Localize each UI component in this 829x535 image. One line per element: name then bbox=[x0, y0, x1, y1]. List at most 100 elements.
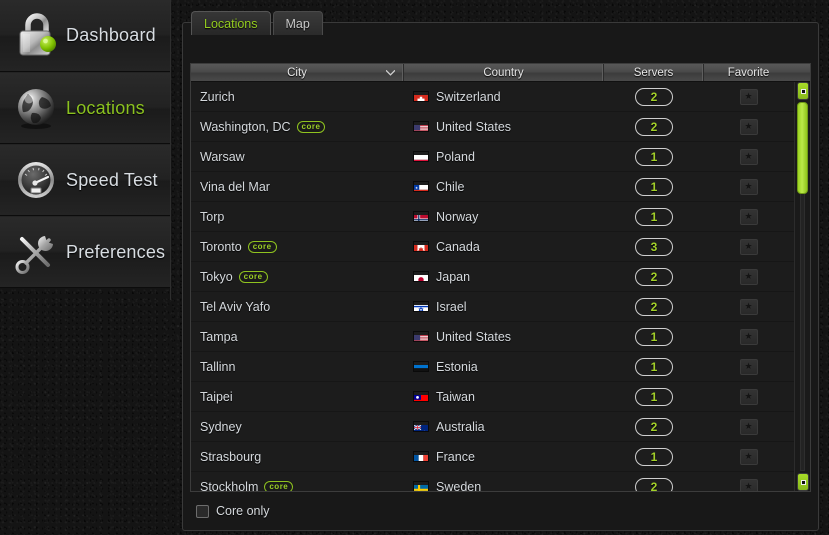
cell-servers: 2 bbox=[604, 412, 704, 441]
table-row[interactable]: Tampa United States 1 ★ bbox=[191, 322, 794, 352]
table-row[interactable]: Torp Norway 1 ★ bbox=[191, 202, 794, 232]
cell-country: ★ Chile bbox=[404, 172, 604, 201]
server-count-badge: 2 bbox=[635, 477, 673, 491]
column-header-label: Country bbox=[483, 66, 524, 79]
cell-country: Taiwan bbox=[404, 382, 604, 411]
table-row[interactable]: Washington, DC core United States 2 ★ bbox=[191, 112, 794, 142]
country-name: France bbox=[436, 449, 475, 464]
country-name: Estonia bbox=[436, 359, 478, 374]
cell-city: Tampa bbox=[191, 322, 404, 351]
cell-city: Warsaw bbox=[191, 142, 404, 171]
sidebar-item-label: Speed Test bbox=[66, 169, 158, 190]
city-name: Tokyo bbox=[200, 269, 233, 284]
cell-servers: 1 bbox=[604, 142, 704, 171]
cell-country: France bbox=[404, 442, 604, 471]
cell-servers: 1 bbox=[604, 202, 704, 231]
cell-servers: 1 bbox=[604, 442, 704, 471]
main-pane: Locations Map City Country Servers Favor… bbox=[172, 0, 829, 535]
column-header-servers[interactable]: Servers bbox=[604, 64, 704, 81]
column-header-favorite[interactable]: Favorite bbox=[704, 64, 793, 81]
star-icon[interactable]: ★ bbox=[739, 148, 758, 165]
table-row[interactable]: Vina del Mar ★ Chile 1 ★ bbox=[191, 172, 794, 202]
table-row[interactable]: Toronto core Canada 3 ★ bbox=[191, 232, 794, 262]
country-name: Poland bbox=[436, 149, 475, 164]
flag-us-icon bbox=[413, 121, 429, 132]
table-row[interactable]: Warsaw Poland 1 ★ bbox=[191, 142, 794, 172]
server-count-badge: 2 bbox=[635, 297, 673, 316]
cell-favorite: ★ bbox=[704, 202, 793, 231]
table-row[interactable]: Sydney ★ Australia 2 ★ bbox=[191, 412, 794, 442]
cell-country: Sweden bbox=[404, 472, 604, 491]
tab-locations[interactable]: Locations bbox=[191, 11, 271, 35]
server-count-badge: 1 bbox=[635, 207, 673, 226]
cell-servers: 2 bbox=[604, 112, 704, 141]
cell-favorite: ★ bbox=[704, 382, 793, 411]
cell-favorite: ★ bbox=[704, 322, 793, 351]
table-scrollbar[interactable] bbox=[794, 82, 810, 491]
cell-country: Estonia bbox=[404, 352, 604, 381]
cell-city: Strasbourg bbox=[191, 442, 404, 471]
scroll-up-arrow-icon[interactable] bbox=[797, 82, 809, 100]
star-icon[interactable]: ★ bbox=[739, 418, 758, 435]
star-icon[interactable]: ★ bbox=[739, 208, 758, 225]
country-name: Taiwan bbox=[436, 389, 475, 404]
star-icon[interactable]: ★ bbox=[739, 118, 758, 135]
cell-favorite: ★ bbox=[704, 472, 793, 491]
star-icon[interactable]: ★ bbox=[739, 178, 758, 195]
scrollbar-thumb[interactable] bbox=[797, 102, 808, 194]
cell-servers: 1 bbox=[604, 352, 704, 381]
city-name: Torp bbox=[200, 209, 225, 224]
city-name: Washington, DC bbox=[200, 119, 291, 134]
star-icon[interactable]: ★ bbox=[739, 268, 758, 285]
sidebar-item-locations[interactable]: Locations bbox=[0, 72, 170, 144]
star-icon[interactable]: ★ bbox=[739, 478, 758, 491]
cell-servers: 2 bbox=[604, 262, 704, 291]
star-icon[interactable]: ★ bbox=[739, 88, 758, 105]
cell-city: Tokyo core bbox=[191, 262, 404, 291]
cell-favorite: ★ bbox=[704, 82, 793, 111]
speedometer-icon bbox=[8, 152, 64, 208]
flag-ca-icon bbox=[413, 241, 429, 252]
cell-favorite: ★ bbox=[704, 442, 793, 471]
cell-city: Stockholm core bbox=[191, 472, 404, 491]
table-row[interactable]: Tel Aviv Yafo Israel 2 ★ bbox=[191, 292, 794, 322]
sidebar-item-preferences[interactable]: Preferences bbox=[0, 216, 170, 288]
country-name: Sweden bbox=[436, 479, 482, 492]
column-header-city[interactable]: City bbox=[191, 64, 404, 81]
table-row[interactable]: Tokyo core Japan 2 ★ bbox=[191, 262, 794, 292]
cell-favorite: ★ bbox=[704, 232, 793, 261]
star-icon[interactable]: ★ bbox=[739, 328, 758, 345]
table-body[interactable]: Zurich Switzerland 2 ★ Washington, DC core Uni… bbox=[191, 82, 794, 491]
table-row[interactable]: Strasbourg France 1 ★ bbox=[191, 442, 794, 472]
flag-se-icon bbox=[413, 481, 429, 491]
country-name: Switzerland bbox=[436, 89, 501, 104]
tab-map[interactable]: Map bbox=[272, 11, 323, 35]
country-name: Japan bbox=[436, 269, 471, 284]
column-header-country[interactable]: Country bbox=[404, 64, 604, 81]
sidebar-item-speed-test[interactable]: Speed Test bbox=[0, 144, 170, 216]
core-only-checkbox[interactable] bbox=[196, 504, 209, 518]
cell-favorite: ★ bbox=[704, 172, 793, 201]
country-name: Israel bbox=[436, 299, 467, 314]
table-row[interactable]: Taipei Taiwan 1 ★ bbox=[191, 382, 794, 412]
tab-label: Map bbox=[285, 16, 310, 31]
scroll-down-arrow-icon[interactable] bbox=[797, 473, 809, 491]
city-name: Toronto bbox=[200, 239, 242, 254]
column-header-label: City bbox=[287, 66, 307, 79]
table-row[interactable]: Stockholm core Sweden 2 ★ bbox=[191, 472, 794, 491]
table-row[interactable]: Tallinn Estonia 1 ★ bbox=[191, 352, 794, 382]
server-count-badge: 2 bbox=[635, 417, 673, 436]
city-name: Warsaw bbox=[200, 149, 245, 164]
sidebar-item-dashboard[interactable]: Dashboard bbox=[0, 0, 170, 72]
country-name: Norway bbox=[436, 209, 479, 224]
star-icon[interactable]: ★ bbox=[739, 298, 758, 315]
application-window: Dashboard Locations Speed Test Preferenc… bbox=[0, 0, 829, 535]
flag-jp-icon bbox=[413, 271, 429, 282]
server-count-badge: 2 bbox=[635, 117, 673, 136]
star-icon[interactable]: ★ bbox=[739, 388, 758, 405]
star-icon[interactable]: ★ bbox=[739, 238, 758, 255]
star-icon[interactable]: ★ bbox=[739, 358, 758, 375]
table-row[interactable]: Zurich Switzerland 2 ★ bbox=[191, 82, 794, 112]
country-name: Canada bbox=[436, 239, 480, 254]
star-icon[interactable]: ★ bbox=[739, 448, 758, 465]
